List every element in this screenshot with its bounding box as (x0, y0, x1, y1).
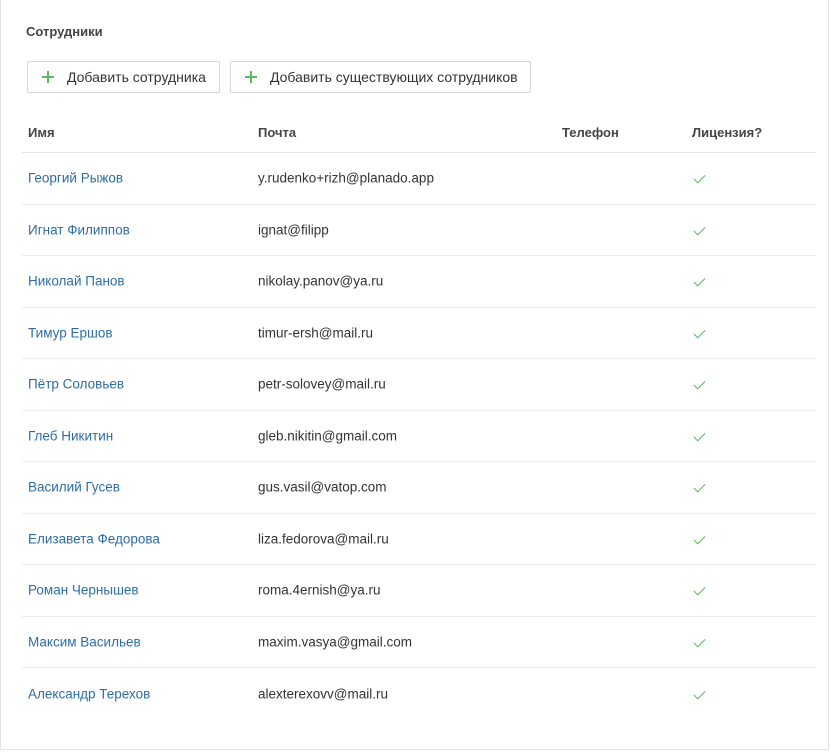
add-existing-employees-label: Добавить существующих сотрудников (270, 69, 518, 85)
check-icon (693, 532, 706, 545)
check-icon (693, 171, 706, 184)
check-icon (693, 635, 706, 648)
license-status (693, 684, 706, 700)
table-row[interactable]: Пётр Соловьев petr-solovey@mail.ru (22, 359, 816, 411)
column-header-license[interactable]: Лицензия? (692, 125, 762, 140)
employee-name-link[interactable]: Николай Панов (28, 274, 125, 289)
employee-email: alexterexovv@mail.ru (258, 686, 388, 702)
employee-email: maxim.vasya@gmail.com (258, 634, 412, 650)
employee-email: ignat@filipp (258, 222, 329, 238)
license-status (693, 169, 706, 184)
check-icon (693, 326, 706, 339)
table-row[interactable]: Максим Васильев maxim.vasya@gmail.com (22, 617, 816, 668)
column-header-email[interactable]: Почта (258, 125, 296, 140)
check-icon (693, 274, 706, 287)
employee-name-link[interactable]: Василий Гусев (28, 480, 120, 495)
column-header-phone[interactable]: Телефон (562, 125, 619, 140)
check-icon (693, 687, 706, 700)
license-status (693, 375, 706, 390)
license-status (693, 426, 706, 442)
employee-email: liza.fedorova@mail.ru (258, 531, 389, 547)
license-status (693, 220, 706, 236)
section-title: Сотрудники (26, 24, 103, 39)
table-row[interactable]: Александр Терехов alexterexovv@mail.ru (22, 668, 816, 720)
add-employee-label: Добавить сотрудника (67, 69, 206, 85)
table-row[interactable]: Елизавета Федорова liza.fedorova@mail.ru (22, 514, 816, 565)
license-status (693, 478, 706, 493)
employee-name-link[interactable]: Пётр Соловьев (28, 377, 124, 392)
employee-email: y.rudenko+rizh@planado.app (258, 170, 434, 186)
plus-icon (42, 71, 54, 83)
table-row[interactable]: Тимур Ершов timur-ersh@mail.ru (22, 308, 816, 359)
license-status (693, 323, 706, 339)
employee-name-link[interactable]: Александр Терехов (28, 686, 150, 701)
add-existing-employees-button[interactable]: Добавить существующих сотрудников (230, 61, 531, 93)
employee-name-link[interactable]: Тимур Ершов (28, 325, 113, 340)
table-row[interactable]: Николай Панов nikolay.panov@ya.ru (22, 256, 816, 308)
employee-name-link[interactable]: Глеб Никитин (28, 428, 113, 443)
employee-name-link[interactable]: Георгий Рыжов (28, 171, 123, 186)
check-icon (693, 223, 706, 236)
employee-email: gleb.nikitin@gmail.com (258, 428, 398, 444)
license-status (693, 529, 706, 545)
add-employee-button[interactable]: Добавить сотрудника (27, 61, 220, 93)
column-header-name[interactable]: Имя (28, 125, 55, 140)
employee-name-link[interactable]: Игнат Филиппов (28, 222, 130, 237)
check-icon (693, 429, 706, 442)
license-status (693, 632, 706, 648)
employee-email: timur-ersh@mail.ru (258, 325, 373, 341)
employee-name-link[interactable]: Максим Васильев (28, 634, 141, 649)
table-row[interactable]: Роман Чернышев roma.4ernish@ya.ru (22, 565, 816, 617)
employees-panel: Сотрудники Добавить сотрудника Добавить … (0, 0, 829, 750)
check-icon (693, 583, 706, 596)
check-icon (693, 480, 706, 493)
table-row[interactable]: Василий Гусев gus.vasil@vatop.com (22, 462, 816, 514)
employee-name-link[interactable]: Роман Чернышев (28, 583, 139, 598)
employee-email: roma.4ernish@ya.ru (258, 582, 381, 598)
table-row[interactable]: Георгий Рыжов y.rudenko+rizh@planado.app (22, 153, 816, 205)
employees-table: Имя Почта Телефон Лицензия? Георгий Рыжо… (22, 113, 816, 720)
employee-email: petr-solovey@mail.ru (258, 376, 386, 392)
plus-icon (245, 71, 257, 83)
employee-name-link[interactable]: Елизавета Федорова (28, 531, 160, 546)
employee-email: gus.vasil@vatop.com (258, 479, 387, 495)
table-row[interactable]: Глеб Никитин gleb.nikitin@gmail.com (22, 411, 816, 462)
table-row[interactable]: Игнат Филиппов ignat@filipp (22, 205, 816, 256)
license-status (693, 581, 706, 596)
check-icon (693, 377, 706, 390)
license-status (693, 272, 706, 287)
table-header: Имя Почта Телефон Лицензия? (22, 113, 816, 153)
table-body: Георгий Рыжов y.rudenko+rizh@planado.app И… (22, 153, 816, 720)
employee-email: nikolay.panov@ya.ru (258, 273, 384, 289)
